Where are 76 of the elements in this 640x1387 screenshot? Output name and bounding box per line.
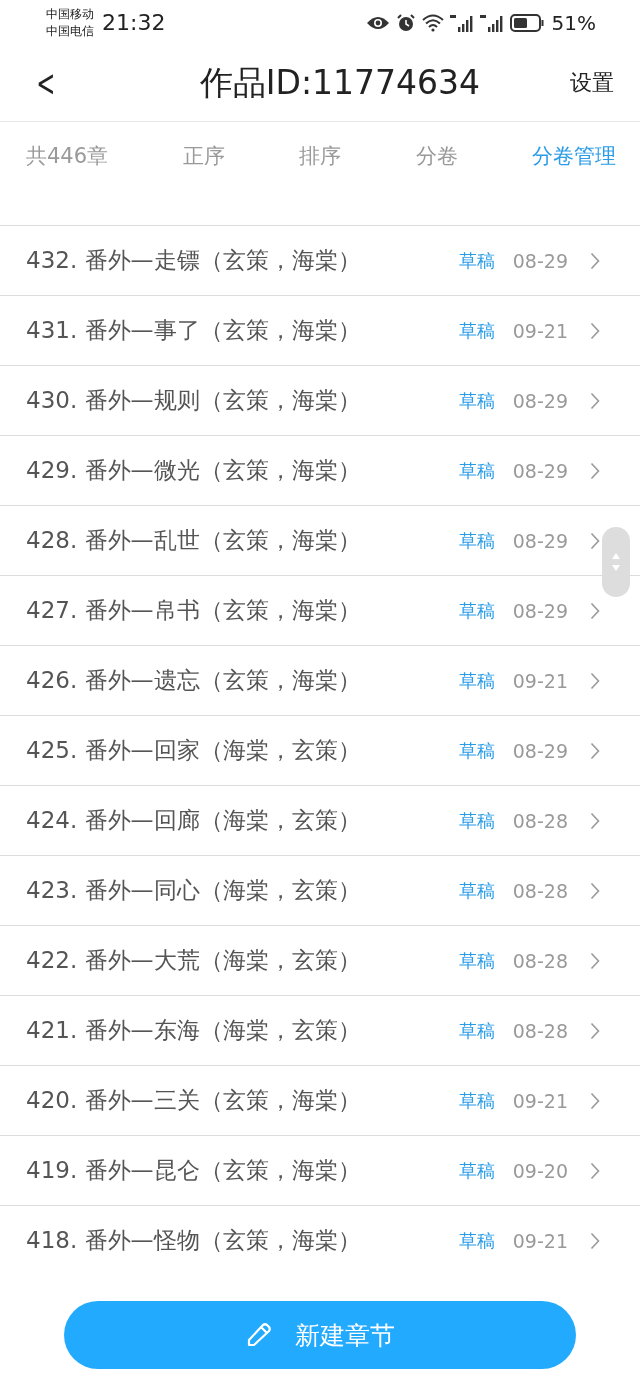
settings-button[interactable]: 设置 xyxy=(570,68,614,98)
chevron-right-icon xyxy=(590,811,600,830)
chapter-date: 08-29 xyxy=(512,389,568,412)
draft-status: 草稿 xyxy=(458,1158,495,1183)
draft-status: 草稿 xyxy=(458,878,495,903)
draft-status: 草稿 xyxy=(458,1228,495,1253)
chapter-date: 08-28 xyxy=(512,949,568,972)
alarm-icon xyxy=(395,12,416,33)
page-title: 作品ID:11774634 xyxy=(198,61,482,104)
chevron-right-icon xyxy=(590,1231,600,1250)
draft-status: 草稿 xyxy=(458,458,495,483)
chapter-title[interactable]: 422. 番外—大荒（海棠，玄策） xyxy=(26,945,459,976)
signal-icon xyxy=(449,13,474,32)
carrier-name: 中国移动 xyxy=(46,5,94,23)
chapter-date: 08-29 xyxy=(512,599,568,622)
draft-status: 草稿 xyxy=(458,948,495,973)
chapter-date: 08-28 xyxy=(512,879,568,902)
chapter-title[interactable]: 425. 番外—回家（海棠，玄策） xyxy=(26,735,459,766)
chevron-right-icon xyxy=(590,1021,600,1040)
chapter-title[interactable]: 420. 番外—三关（玄策，海棠） xyxy=(26,1085,459,1116)
chapter-date: 09-21 xyxy=(512,1229,568,1252)
chevron-right-icon xyxy=(590,1161,600,1180)
draft-status: 草稿 xyxy=(458,528,495,553)
chapter-title[interactable]: 426. 番外—遗忘（玄策，海棠） xyxy=(26,665,459,696)
chapter-title[interactable]: 418. 番外—怪物（玄策，海棠） xyxy=(26,1225,459,1256)
signal-icon xyxy=(479,13,504,32)
chapter-title[interactable]: 429. 番外—微光（玄策，海棠） xyxy=(26,455,459,486)
chapter-title[interactable]: 428. 番外—乱世（玄策，海棠） xyxy=(26,525,459,556)
chevron-right-icon xyxy=(590,251,600,270)
draft-status: 草稿 xyxy=(458,1018,495,1043)
status-time: 21:32 xyxy=(102,10,166,35)
chevron-right-icon xyxy=(590,531,600,550)
chapter-date: 08-29 xyxy=(512,249,568,272)
draft-status: 草稿 xyxy=(458,1088,495,1113)
chapter-title[interactable]: 430. 番外—规则（玄策，海棠） xyxy=(26,385,459,416)
draft-status: 草稿 xyxy=(458,598,495,623)
draft-status: 草稿 xyxy=(458,388,495,413)
chevron-right-icon xyxy=(590,391,600,410)
chevron-right-icon xyxy=(590,741,600,760)
chevron-right-icon xyxy=(590,951,600,970)
battery-percent: 51% xyxy=(551,10,596,35)
chapter-title[interactable]: 419. 番外—昆仑（玄策，海棠） xyxy=(26,1155,459,1186)
chapter-date: 08-28 xyxy=(512,1019,568,1042)
chevron-right-icon xyxy=(590,881,600,900)
draft-status: 草稿 xyxy=(458,318,495,343)
draft-status: 草稿 xyxy=(458,668,495,693)
chapter-date: 09-20 xyxy=(512,1159,568,1182)
pencil-icon xyxy=(245,1321,273,1349)
chevron-right-icon xyxy=(590,1091,600,1110)
draft-status: 草稿 xyxy=(458,808,495,833)
battery-icon xyxy=(509,13,544,32)
carrier-name: 中国电信 xyxy=(46,22,94,40)
chevron-right-icon xyxy=(590,461,600,480)
chapter-date: 08-29 xyxy=(512,459,568,482)
eye-icon xyxy=(365,14,390,31)
chapter-title[interactable]: 427. 番外—帛书（玄策，海棠） xyxy=(26,595,459,626)
chapter-title[interactable]: 432. 番外—走镖（玄策，海棠） xyxy=(26,245,459,276)
wifi-icon xyxy=(421,13,444,32)
chapter-title[interactable]: 431. 番外—事了（玄策，海棠） xyxy=(26,315,459,346)
back-button[interactable]: < xyxy=(31,61,61,105)
chapter-date: 08-29 xyxy=(512,529,568,552)
chapter-title[interactable]: 424. 番外—回廊（海棠，玄策） xyxy=(26,805,459,836)
chapter-date: 09-21 xyxy=(512,1089,568,1112)
chapter-date: 09-21 xyxy=(512,669,568,692)
chevron-right-icon xyxy=(590,601,600,620)
chapter-title[interactable]: 421. 番外—东海（海棠，玄策） xyxy=(26,1015,459,1046)
chevron-right-icon xyxy=(590,671,600,690)
draft-status: 草稿 xyxy=(458,248,495,273)
chapter-title[interactable]: 423. 番外—同心（海棠，玄策） xyxy=(26,875,459,906)
chapter-date: 08-28 xyxy=(512,809,568,832)
draft-status: 草稿 xyxy=(458,738,495,763)
chapter-date: 08-29 xyxy=(512,739,568,762)
chapter-count: 共446章 xyxy=(26,143,109,170)
chapter-date: 09-21 xyxy=(512,319,568,342)
chevron-right-icon xyxy=(590,321,600,340)
scroll-handle[interactable] xyxy=(602,527,630,597)
